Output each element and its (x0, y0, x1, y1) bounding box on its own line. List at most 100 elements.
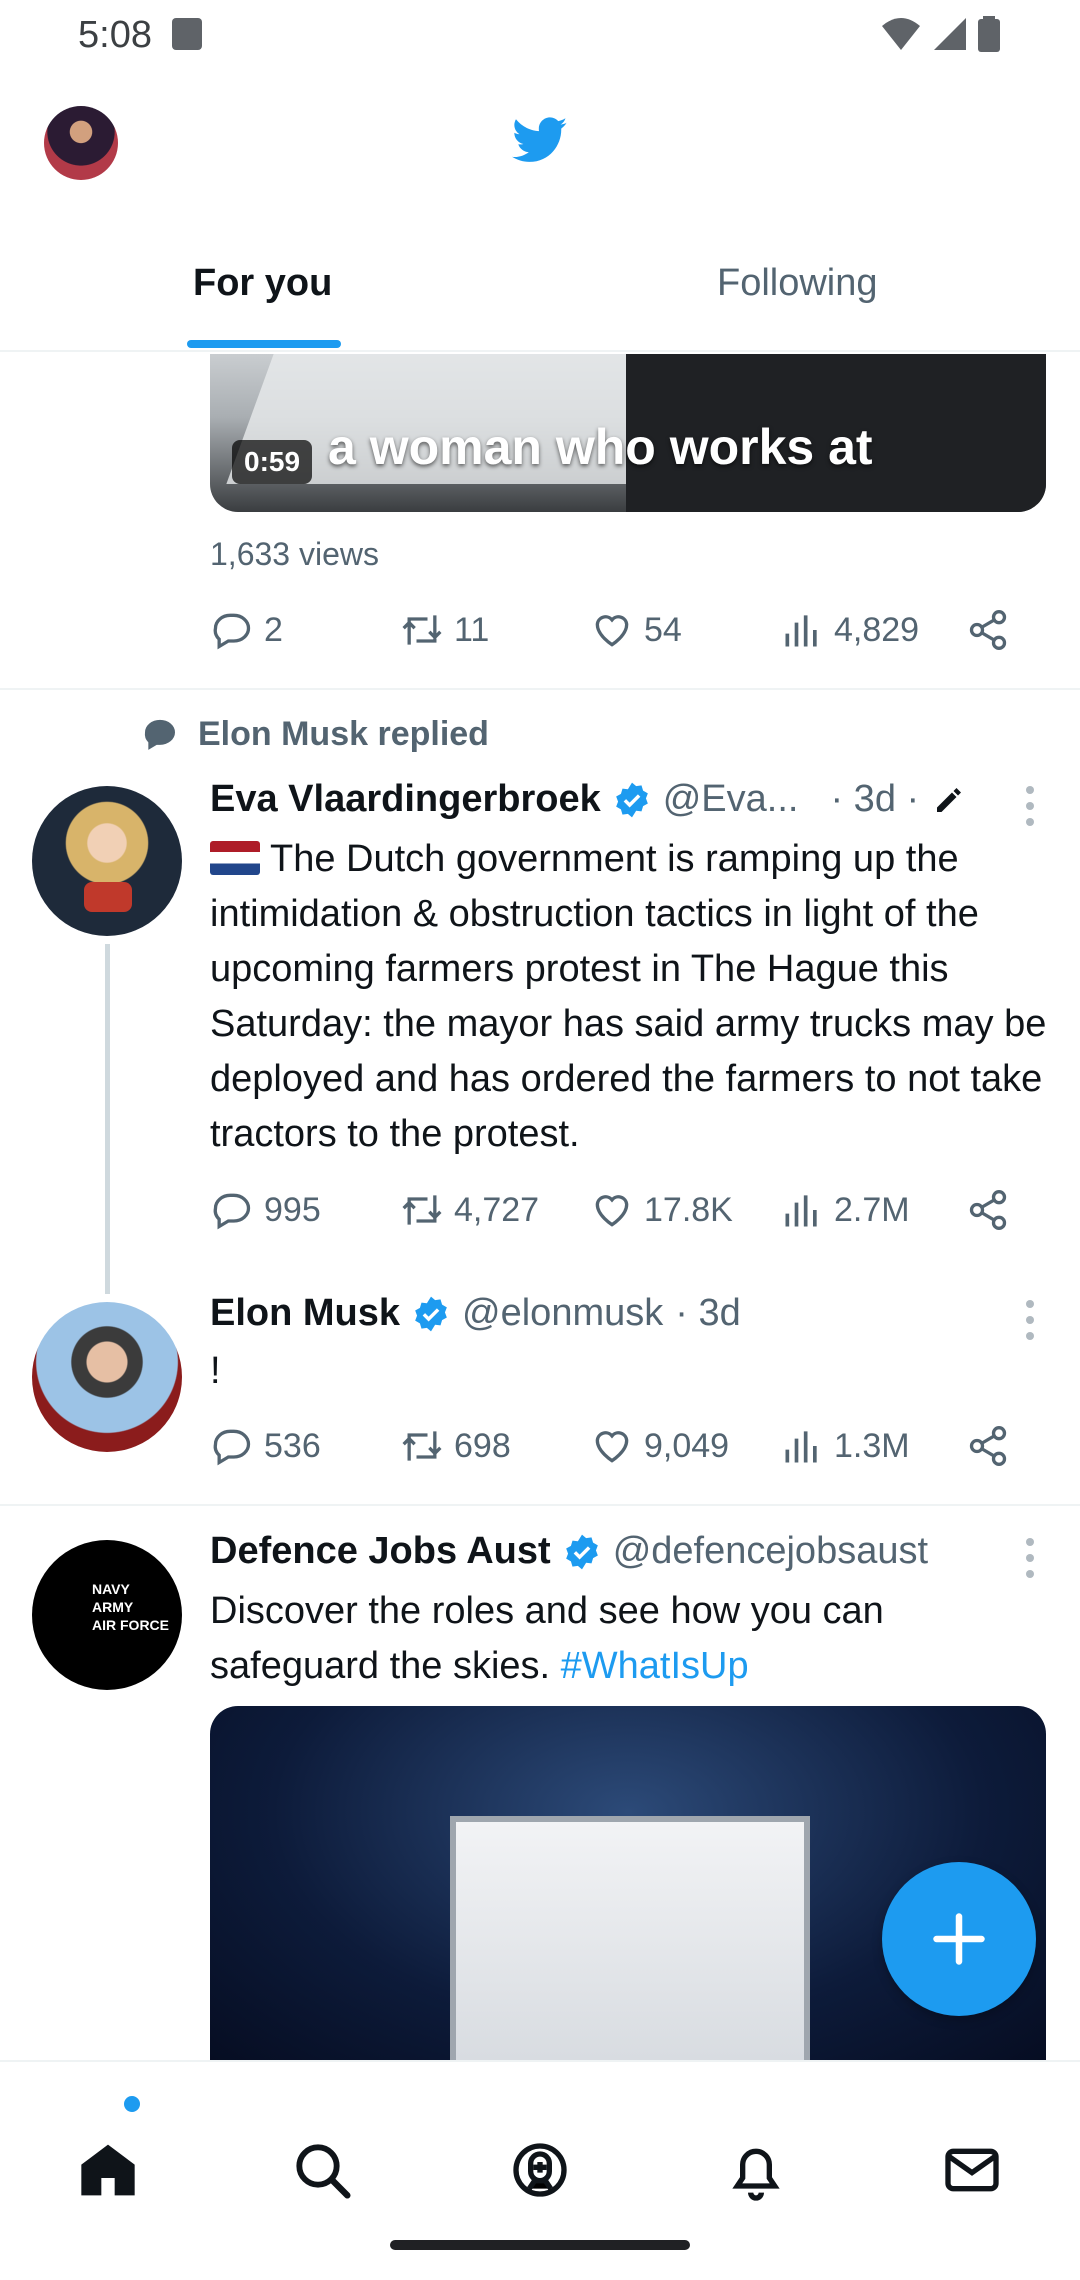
tweet-actions: 536 698 9,049 1.3M (210, 1424, 1020, 1474)
verified-icon (415, 1296, 447, 1331)
retweet-button[interactable]: 698 (400, 1424, 511, 1468)
notifications-icon (732, 2148, 780, 2201)
more-icon[interactable] (1024, 1538, 1036, 1578)
avatar-text-army: ARMY (92, 1599, 134, 1615)
tweet-text: The Dutch government is ramping up the i… (210, 832, 1050, 1162)
tweet-actions: 2 11 54 4,829 (210, 608, 1020, 658)
share-icon (969, 1426, 1007, 1466)
status-icons (880, 16, 1000, 52)
compose-icon (933, 1913, 985, 1965)
share-icon (969, 1190, 1007, 1230)
views-button[interactable]: 1.3M (780, 1424, 910, 1468)
edit-icon (937, 787, 962, 812)
more-icon[interactable] (1024, 786, 1036, 826)
tab-following[interactable]: Following (717, 262, 878, 305)
like-count: 17.8K (644, 1190, 733, 1229)
video-player[interactable]: a woman who works at 0:59 (210, 354, 1046, 512)
retweet-button[interactable]: 11 (400, 608, 489, 652)
author-handle[interactable]: @Eva... (663, 778, 799, 821)
reply-button[interactable]: 536 (210, 1424, 321, 1468)
avatar[interactable] (32, 1302, 182, 1452)
avatar-text-navy: NAVY (92, 1581, 130, 1597)
reply-button[interactable]: 995 (210, 1188, 321, 1232)
more-icon[interactable] (1024, 1300, 1036, 1340)
avatar[interactable] (32, 786, 182, 936)
home-icon (81, 2144, 135, 2196)
nav-home[interactable] (76, 2138, 140, 2202)
wifi-icon (882, 18, 920, 50)
author-handle[interactable]: @defencejobsaust (613, 1530, 928, 1573)
views-icon (785, 1431, 817, 1463)
speech-bubble-icon (144, 719, 175, 750)
twitter-bird-icon[interactable] (508, 112, 572, 168)
video-duration: 0:59 (232, 440, 313, 484)
retweet-icon (402, 615, 442, 645)
nav-search[interactable] (290, 2138, 354, 2202)
nav-notifications[interactable] (724, 2138, 788, 2202)
sd-card-icon (172, 18, 202, 50)
like-count: 54 (644, 610, 682, 649)
like-icon (595, 1195, 629, 1227)
retweet-icon (402, 1431, 442, 1461)
retweet-count: 698 (454, 1426, 511, 1465)
retweet-button[interactable]: 4,727 (400, 1188, 539, 1232)
tweet-divider (0, 688, 1080, 690)
avatar[interactable]: NAVY ARMY AIR FORCE (32, 1540, 182, 1690)
retweet-icon (402, 1195, 442, 1225)
like-icon (595, 615, 629, 647)
reply-icon (213, 613, 251, 650)
tweet-body: Discover the roles and see how you can s… (210, 1590, 884, 1687)
timeline-tabs: For you Following (0, 240, 1080, 352)
retweet-count: 4,727 (454, 1190, 540, 1229)
like-button[interactable]: 54 (590, 608, 682, 652)
hashtag-link[interactable]: #WhatIsUp (561, 1645, 749, 1687)
video-frame (450, 1816, 810, 2060)
verified-icon (565, 1534, 598, 1569)
tweet-divider (0, 1504, 1080, 1506)
nav-spaces[interactable] (508, 2138, 572, 2202)
compose-button[interactable] (882, 1862, 1036, 2016)
share-icon (969, 610, 1007, 650)
social-context-text: Elon Musk replied (198, 714, 489, 753)
like-button[interactable]: 9,049 (590, 1424, 729, 1468)
tweet-text: ! (210, 1350, 221, 1392)
author-name[interactable]: Eva Vlaardingerbroek (210, 778, 601, 821)
messages-icon (945, 2148, 999, 2192)
reply-icon (213, 1429, 251, 1466)
signal-icon (934, 18, 966, 50)
social-context[interactable]: Elon Musk replied (140, 714, 489, 754)
profile-avatar[interactable] (44, 106, 118, 180)
status-time: 5:08 (78, 14, 152, 56)
nav-messages[interactable] (940, 2138, 1004, 2202)
reply-count: 2 (264, 610, 283, 649)
author-name[interactable]: Elon Musk (210, 1292, 400, 1335)
views-button[interactable]: 4,829 (780, 608, 919, 652)
reply-button[interactable]: 2 (210, 608, 283, 652)
share-button[interactable] (966, 608, 1010, 652)
tweet-header: Eva Vlaardingerbroek @Eva... · 3d · (210, 778, 967, 821)
verified-icon (615, 782, 648, 817)
spaces-icon (513, 2143, 567, 2197)
netherlands-flag-icon (210, 841, 260, 875)
tweet-body: The Dutch government is ramping up the i… (210, 838, 1047, 1155)
tweet-header: Elon Musk @elonmusk · 3d (210, 1292, 741, 1335)
views-icon (785, 615, 817, 647)
like-count: 9,049 (644, 1426, 730, 1465)
author-name[interactable]: Defence Jobs Aust (210, 1530, 551, 1573)
reply-count: 536 (264, 1426, 321, 1465)
view-count-short: 4,829 (834, 610, 920, 649)
reply-icon (213, 1193, 251, 1230)
like-icon (595, 1431, 629, 1463)
gesture-bar[interactable] (390, 2240, 690, 2250)
search-icon (296, 2144, 351, 2199)
like-button[interactable]: 17.8K (590, 1188, 733, 1232)
author-handle[interactable]: @elonmusk (462, 1292, 663, 1335)
tweet-time: · 3d (675, 1292, 741, 1334)
views-button[interactable]: 2.7M (780, 1188, 910, 1232)
view-count: 1,633 views (210, 536, 379, 572)
active-tab-indicator (187, 340, 341, 348)
share-button[interactable] (966, 1424, 1010, 1468)
view-count-short: 1.3M (834, 1426, 910, 1465)
share-button[interactable] (966, 1188, 1010, 1232)
tab-for-you[interactable]: For you (193, 262, 332, 305)
